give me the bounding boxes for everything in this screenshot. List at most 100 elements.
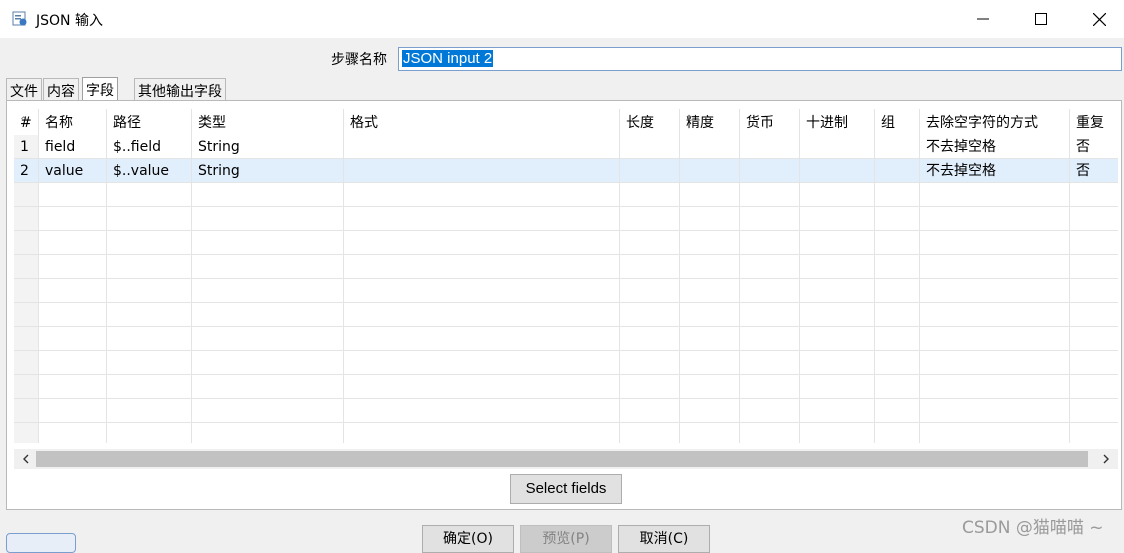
empty-table-cell[interactable] — [620, 255, 680, 279]
empty-table-cell[interactable] — [39, 231, 107, 255]
empty-table-cell[interactable] — [875, 183, 920, 207]
column-header[interactable]: 路径 — [107, 109, 192, 135]
table-cell[interactable]: field — [39, 135, 107, 159]
empty-table-cell[interactable] — [740, 279, 800, 303]
minimize-button[interactable] — [954, 0, 1012, 38]
column-header[interactable]: 组 — [875, 109, 920, 135]
empty-table-cell[interactable] — [740, 231, 800, 255]
empty-table-cell[interactable] — [14, 231, 39, 255]
table-cell[interactable] — [680, 159, 740, 183]
empty-table-cell[interactable] — [875, 255, 920, 279]
empty-table-cell[interactable] — [740, 351, 800, 375]
empty-table-cell[interactable] — [875, 423, 920, 443]
empty-table-cell[interactable] — [680, 207, 740, 231]
empty-table-cell[interactable] — [620, 207, 680, 231]
table-cell[interactable]: String — [192, 159, 344, 183]
table-cell[interactable]: 否 — [1070, 135, 1118, 159]
empty-table-cell[interactable] — [920, 327, 1070, 351]
empty-table-cell[interactable] — [1070, 375, 1118, 399]
help-button[interactable] — [6, 533, 76, 553]
empty-table-cell[interactable] — [192, 231, 344, 255]
empty-table-cell[interactable] — [920, 423, 1070, 443]
empty-table-cell[interactable] — [14, 303, 39, 327]
tab-content[interactable]: 内容 — [43, 78, 79, 100]
empty-table-cell[interactable] — [680, 423, 740, 443]
empty-table-cell[interactable] — [192, 279, 344, 303]
empty-table-cell[interactable] — [740, 183, 800, 207]
empty-table-cell[interactable] — [875, 279, 920, 303]
empty-table-cell[interactable] — [740, 303, 800, 327]
empty-table-cell[interactable] — [680, 375, 740, 399]
empty-table-cell[interactable] — [192, 351, 344, 375]
empty-table-cell[interactable] — [620, 303, 680, 327]
preview-button[interactable]: 预览(P) — [520, 525, 612, 553]
step-name-input[interactable]: JSON input 2 — [398, 47, 1122, 71]
empty-table-cell[interactable] — [680, 351, 740, 375]
empty-table-cell[interactable] — [1070, 279, 1118, 303]
scroll-left-button[interactable] — [18, 449, 34, 469]
empty-table-cell[interactable] — [740, 399, 800, 423]
empty-table-cell[interactable] — [14, 207, 39, 231]
empty-table-cell[interactable] — [39, 255, 107, 279]
empty-table-cell[interactable] — [192, 183, 344, 207]
empty-table-cell[interactable] — [920, 207, 1070, 231]
empty-table-cell[interactable] — [14, 351, 39, 375]
empty-table-cell[interactable] — [680, 279, 740, 303]
empty-table-cell[interactable] — [920, 231, 1070, 255]
empty-table-cell[interactable] — [875, 303, 920, 327]
empty-table-cell[interactable] — [107, 327, 192, 351]
empty-table-cell[interactable] — [875, 351, 920, 375]
empty-table-cell[interactable] — [14, 327, 39, 351]
empty-table-cell[interactable] — [920, 183, 1070, 207]
empty-table-cell[interactable] — [344, 231, 620, 255]
empty-table-cell[interactable] — [14, 399, 39, 423]
empty-table-cell[interactable] — [800, 279, 875, 303]
column-header[interactable]: 精度 — [680, 109, 740, 135]
empty-table-cell[interactable] — [680, 183, 740, 207]
empty-table-cell[interactable] — [740, 207, 800, 231]
empty-table-cell[interactable] — [620, 279, 680, 303]
table-cell[interactable] — [344, 159, 620, 183]
table-cell[interactable] — [875, 159, 920, 183]
empty-table-cell[interactable] — [800, 231, 875, 255]
fields-table[interactable]: # ^ 名称 路径 类型 格式 长度 精度 货币 十进制组去除空字符的方式 重复 1 field $..f… — [14, 109, 1118, 443]
empty-table-cell[interactable] — [680, 399, 740, 423]
table-cell[interactable] — [680, 135, 740, 159]
empty-table-cell[interactable] — [39, 279, 107, 303]
empty-table-cell[interactable] — [680, 303, 740, 327]
empty-table-cell[interactable] — [344, 375, 620, 399]
empty-table-cell[interactable] — [740, 375, 800, 399]
empty-table-cell[interactable] — [39, 207, 107, 231]
empty-table-cell[interactable] — [344, 423, 620, 443]
empty-table-cell[interactable] — [192, 327, 344, 351]
table-cell[interactable] — [740, 135, 800, 159]
empty-table-cell[interactable] — [800, 255, 875, 279]
ok-button[interactable]: 确定(O) — [422, 525, 514, 553]
column-header[interactable]: # ^ — [14, 109, 39, 135]
scroll-right-button[interactable] — [1098, 449, 1114, 469]
empty-table-cell[interactable] — [39, 183, 107, 207]
empty-table-cell[interactable] — [680, 327, 740, 351]
empty-table-cell[interactable] — [107, 183, 192, 207]
empty-table-cell[interactable] — [740, 327, 800, 351]
column-header[interactable]: 类型 — [192, 109, 344, 135]
scrollbar-thumb[interactable] — [36, 451, 1088, 467]
empty-table-cell[interactable] — [39, 375, 107, 399]
empty-table-cell[interactable] — [1070, 231, 1118, 255]
empty-table-cell[interactable] — [620, 375, 680, 399]
table-cell[interactable] — [800, 135, 875, 159]
empty-table-cell[interactable] — [800, 351, 875, 375]
empty-table-cell[interactable] — [192, 303, 344, 327]
table-cell[interactable] — [740, 159, 800, 183]
empty-table-cell[interactable] — [192, 207, 344, 231]
empty-table-cell[interactable] — [1070, 303, 1118, 327]
column-header[interactable]: 去除空字符的方式 — [920, 109, 1070, 135]
empty-table-cell[interactable] — [1070, 423, 1118, 443]
column-header[interactable]: 长度 — [620, 109, 680, 135]
empty-table-cell[interactable] — [620, 183, 680, 207]
empty-table-cell[interactable] — [39, 399, 107, 423]
empty-table-cell[interactable] — [800, 423, 875, 443]
empty-table-cell[interactable] — [620, 231, 680, 255]
table-cell[interactable]: String — [192, 135, 344, 159]
empty-table-cell[interactable] — [800, 207, 875, 231]
